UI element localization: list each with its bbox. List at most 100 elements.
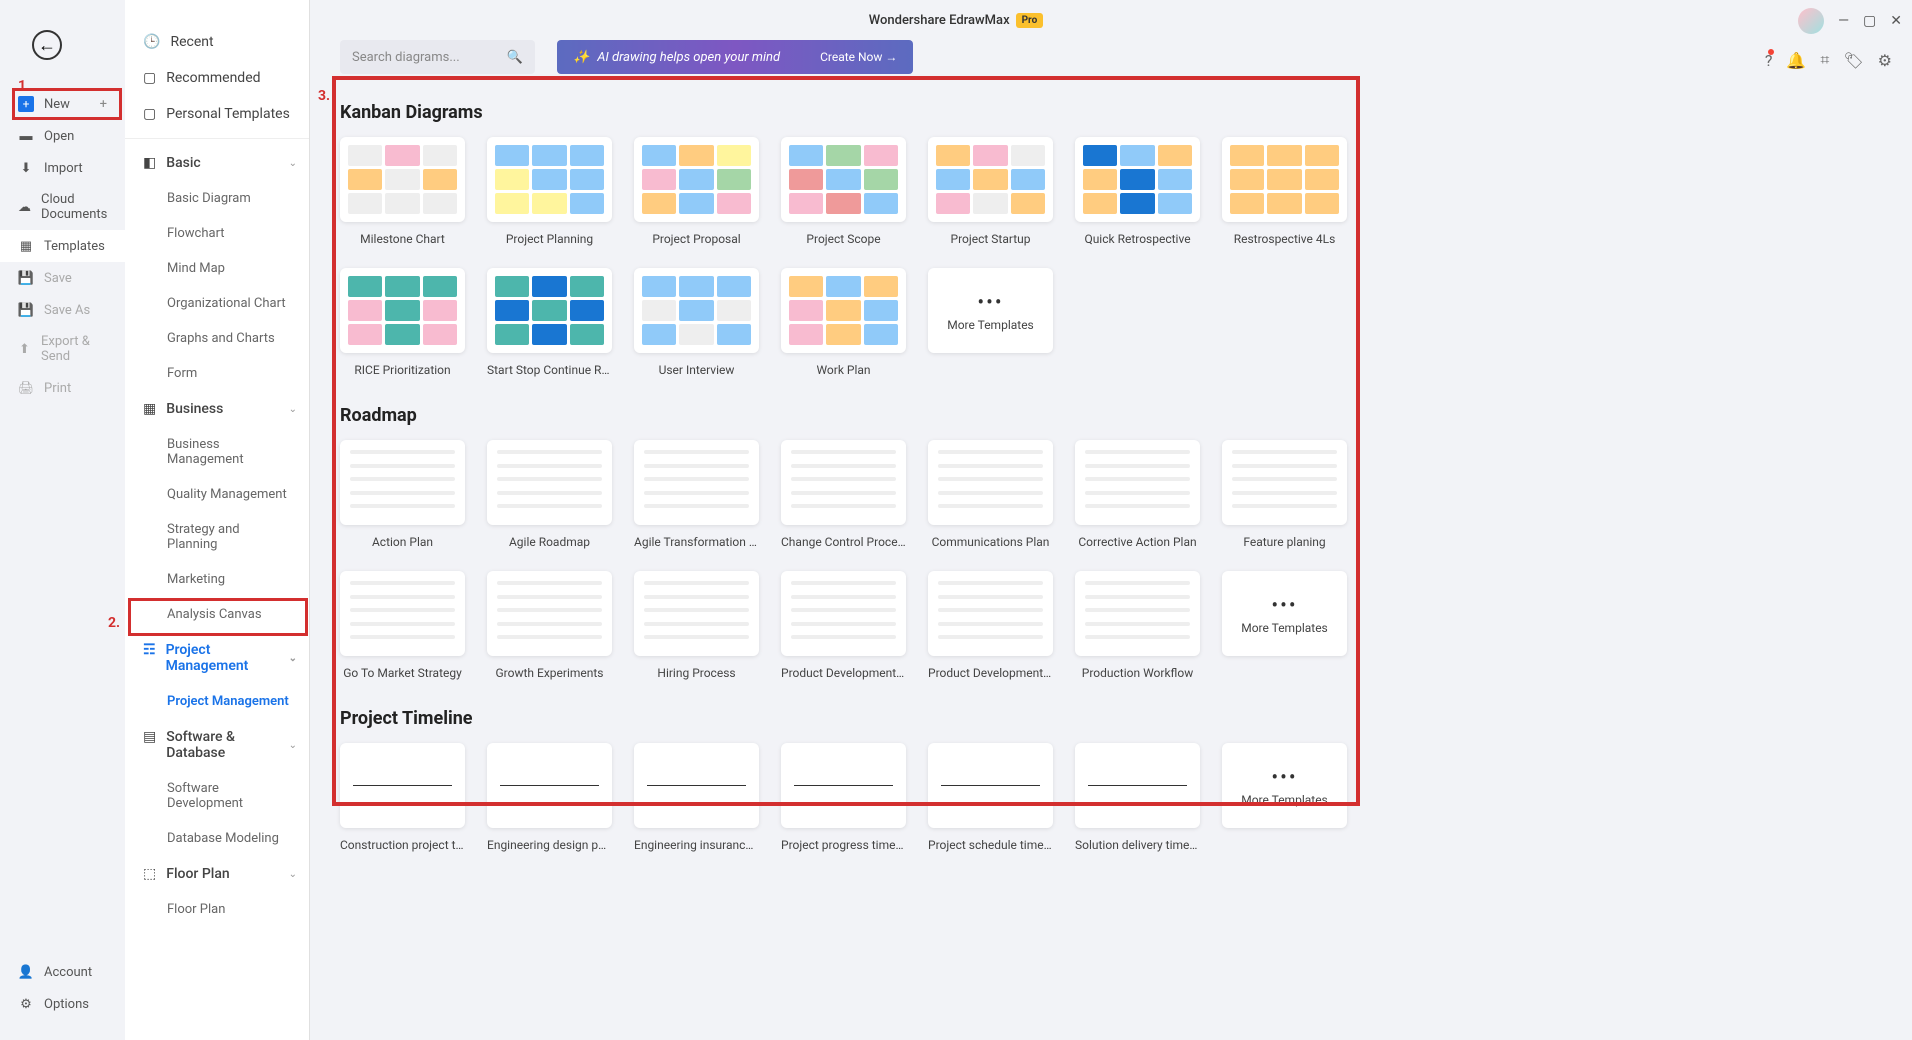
sparkle-icon: ✨	[573, 50, 589, 65]
template-card[interactable]: Project schedule timeline	[928, 743, 1053, 852]
cat-sub-item[interactable]: Floor Plan	[125, 892, 309, 927]
cat-recommended[interactable]: ▢Recommended	[125, 60, 309, 96]
basic-icon: ◧	[143, 155, 156, 171]
cat-sub-item[interactable]: Database Modeling	[125, 821, 309, 856]
template-label: Milestone Chart	[360, 232, 445, 246]
cat-business[interactable]: ▦Business⌄	[125, 391, 309, 427]
options-button[interactable]: ⚙Options	[0, 988, 125, 1020]
personal-icon: ▢	[143, 106, 156, 122]
ai-banner-cta[interactable]: Create Now →	[820, 50, 897, 64]
ai-banner[interactable]: ✨ AI drawing helps open your mind Create …	[557, 40, 913, 74]
cat-software[interactable]: ▤Software & Database⌄	[125, 719, 309, 771]
left-rail: +New + ▬Open ⬇Import ☁Cloud Documents ▦T…	[0, 88, 125, 404]
template-label: Go To Market Strategy	[343, 666, 462, 680]
template-card[interactable]: Project Scope	[781, 137, 906, 246]
template-card[interactable]: Communications Plan	[928, 440, 1053, 549]
template-card[interactable]: Construction project timeli...	[340, 743, 465, 852]
cat-project-management[interactable]: ☶Project Management⌄	[125, 632, 309, 684]
export-label: Export & Send	[41, 334, 107, 364]
cloud-documents-button[interactable]: ☁Cloud Documents	[0, 184, 125, 230]
more-templates-card[interactable]: •••More Templates	[1222, 743, 1347, 852]
print-icon: 🖨	[18, 380, 34, 396]
cat-floorplan[interactable]: ⬚Floor Plan⌄	[125, 856, 309, 892]
print-label: Print	[44, 381, 71, 396]
cloud-label: Cloud Documents	[41, 192, 107, 222]
template-card[interactable]: Feature planing	[1222, 440, 1347, 549]
floorplan-label: Floor Plan	[166, 866, 229, 882]
open-button[interactable]: ▬Open	[0, 120, 125, 152]
template-card[interactable]: Start Stop Continue Retros...	[487, 268, 612, 377]
template-card[interactable]: Go To Market Strategy	[340, 571, 465, 680]
template-card[interactable]: Change Control Process	[781, 440, 906, 549]
cat-sub-item[interactable]: Flowchart	[125, 216, 309, 251]
template-card[interactable]: Agile Roadmap	[487, 440, 612, 549]
template-label: Communications Plan	[932, 535, 1050, 549]
template-card[interactable]: Engineering design phase t...	[487, 743, 612, 852]
template-card[interactable]: Action Plan	[340, 440, 465, 549]
template-card[interactable]: Project Proposal	[634, 137, 759, 246]
template-card[interactable]: Quick Retrospective	[1075, 137, 1200, 246]
category-panel: 🕒Recent ▢Recommended ▢Personal Templates…	[125, 0, 310, 1040]
template-card[interactable]: Milestone Chart	[340, 137, 465, 246]
template-card[interactable]: User Interview	[634, 268, 759, 377]
cat-recent[interactable]: 🕒Recent	[125, 24, 309, 60]
template-card[interactable]: Production Workflow	[1075, 571, 1200, 680]
cat-sub-item[interactable]: Form	[125, 356, 309, 391]
save-button[interactable]: 💾Save	[0, 262, 125, 294]
left-rail-bottom: 👤 Account ⚙Options	[0, 956, 125, 1020]
cat-sub-item[interactable]: Analysis Canvas	[125, 597, 309, 632]
export-send-button[interactable]: ⬆Export & Send	[0, 326, 125, 372]
templates-button[interactable]: ▦Templates	[0, 230, 125, 262]
cat-sub-item[interactable]: Mind Map	[125, 251, 309, 286]
business-label: Business	[166, 401, 223, 417]
template-card[interactable]: Corrective Action Plan	[1075, 440, 1200, 549]
template-label: Work Plan	[816, 363, 870, 377]
template-card[interactable]: Project Startup	[928, 137, 1053, 246]
template-card[interactable]: Hiring Process	[634, 571, 759, 680]
account-icon: 👤	[18, 964, 34, 980]
search-input[interactable]: Search diagrams... 🔍	[340, 40, 535, 74]
cat-sub-item[interactable]: Basic Diagram	[125, 181, 309, 216]
template-card[interactable]: Product Development Roa...	[928, 571, 1053, 680]
template-card[interactable]: Restrospective 4Ls	[1222, 137, 1347, 246]
search-row: Search diagrams... 🔍 ✨ AI drawing helps o…	[340, 40, 1882, 74]
cat-basic[interactable]: ◧Basic⌄	[125, 145, 309, 181]
save-as-button[interactable]: 💾Save As	[0, 294, 125, 326]
account-label: Account	[44, 965, 92, 980]
cat-sub-item[interactable]: Software Development	[125, 771, 309, 821]
template-card[interactable]: Project Planning	[487, 137, 612, 246]
template-card[interactable]: Agile Transformation Road...	[634, 440, 759, 549]
template-card[interactable]: Work Plan	[781, 268, 906, 377]
cat-sub-item[interactable]: Quality Management	[125, 477, 309, 512]
template-label: Growth Experiments	[496, 666, 604, 680]
section-title: Project Timeline	[340, 708, 1882, 729]
software-label: Software & Database	[166, 729, 278, 761]
cat-sub-item[interactable]: Project Management	[125, 684, 309, 719]
cat-sub-item[interactable]: Strategy and Planning	[125, 512, 309, 562]
template-card[interactable]: Product Development Roa...	[781, 571, 906, 680]
ai-banner-text: AI drawing helps open your mind	[597, 50, 780, 65]
template-card[interactable]: Project progress timeline	[781, 743, 906, 852]
template-card[interactable]: Engineering insurance effe...	[634, 743, 759, 852]
template-label: Product Development Roa...	[781, 666, 906, 680]
template-label: Project Proposal	[652, 232, 740, 246]
import-button[interactable]: ⬇Import	[0, 152, 125, 184]
folder-icon: ▬	[18, 128, 34, 144]
template-card[interactable]: RICE Prioritization	[340, 268, 465, 377]
print-button[interactable]: 🖨 Print	[0, 372, 125, 404]
template-card[interactable]: Solution delivery timeline	[1075, 743, 1200, 852]
cat-personal[interactable]: ▢Personal Templates	[125, 96, 309, 132]
cat-sub-item[interactable]: Organizational Chart	[125, 286, 309, 321]
account-button[interactable]: 👤 Account	[0, 956, 125, 988]
more-templates-card[interactable]: •••More Templates	[1222, 571, 1347, 680]
star-icon: ▢	[143, 70, 156, 86]
back-button[interactable]: ←	[32, 30, 62, 60]
cat-sub-item[interactable]: Business Management	[125, 427, 309, 477]
template-label: Project progress timeline	[781, 838, 906, 852]
more-templates-card[interactable]: •••More Templates	[928, 268, 1053, 377]
template-card[interactable]: Growth Experiments	[487, 571, 612, 680]
cat-sub-item[interactable]: Marketing	[125, 562, 309, 597]
chevron-down-icon: ⌄	[289, 869, 297, 880]
saveas-label: Save As	[44, 303, 90, 318]
cat-sub-item[interactable]: Graphs and Charts	[125, 321, 309, 356]
